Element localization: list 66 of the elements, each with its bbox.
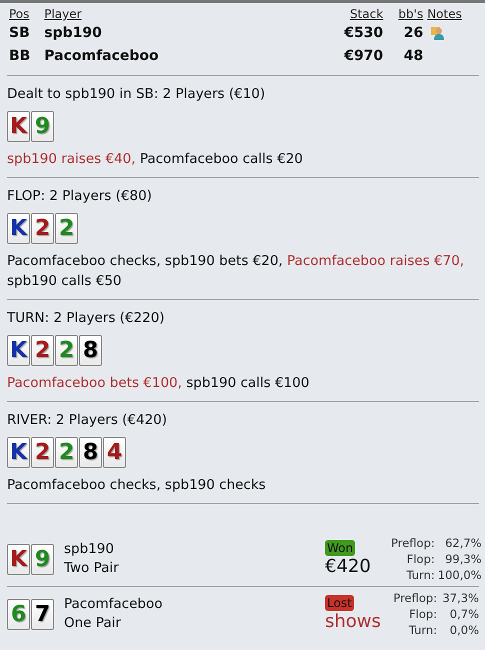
action-text: Pacomfaceboo bets €100, — [7, 375, 182, 391]
result-badge: Lost — [325, 595, 354, 611]
playing-card: 2 — [31, 335, 54, 366]
column-header: bb's — [397, 7, 424, 21]
equity-label: Preflop: — [392, 590, 438, 606]
equity-value: 0,0% — [448, 622, 479, 638]
playing-card: 9 — [31, 544, 54, 574]
outcome-text: €420 — [325, 556, 371, 578]
player-name: spb190 — [43, 24, 103, 42]
action-text: Pacomfaceboo checks, — [7, 253, 161, 269]
big-blinds-cell-text: 48 — [402, 46, 424, 66]
playing-card: 4 — [103, 437, 126, 468]
stack-cell-text: €970 — [343, 46, 384, 66]
playing-card: 2 — [55, 213, 78, 244]
equity-label: Flop: — [406, 551, 435, 567]
column-header: Stack — [348, 7, 384, 21]
playing-card: K — [7, 544, 30, 574]
action-text: Pacomfaceboo raises €70, — [287, 253, 464, 269]
action-text: spb190 raises €40, — [7, 151, 136, 167]
street-heading: RIVER: 2 Players (€420) — [7, 412, 168, 428]
hand-rank: Two Pair — [64, 559, 120, 578]
action-text: spb190 calls €50 — [7, 273, 122, 289]
position-cell-text: SB — [8, 24, 31, 42]
playing-card: K — [7, 335, 30, 366]
big-blinds-cell-text: 26 — [402, 24, 424, 42]
position-cell-text: BB — [8, 46, 32, 66]
action-text: spb190 bets €20, — [164, 253, 283, 269]
action-text: spb190 calls €100 — [186, 375, 310, 391]
stack-cell-text: €530 — [343, 24, 384, 42]
player-name: Pacomfaceboo — [43, 46, 160, 66]
playing-card: 8 — [79, 335, 102, 366]
street-heading: TURN: 2 Players (€220) — [7, 310, 166, 326]
playing-card: 9 — [31, 111, 54, 142]
playing-card: 2 — [31, 213, 54, 244]
action-text: Pacomfaceboo checks, — [7, 477, 161, 493]
equity-value: 100,0% — [438, 567, 482, 583]
playing-card: 6 — [7, 598, 30, 630]
playing-card: K — [7, 111, 30, 142]
equity-label: Turn: — [408, 622, 438, 638]
user-note-icon[interactable] — [431, 26, 446, 40]
column-header: Notes — [426, 7, 463, 21]
equity-value: 62,7% — [444, 535, 482, 551]
playing-card: 2 — [55, 335, 78, 366]
action-text: Pacomfaceboo calls €20 — [140, 151, 303, 167]
playing-card: 2 — [55, 437, 78, 468]
street-heading: Dealt to spb190 in SB: 2 Players (€10) — [7, 86, 266, 102]
equity-value: 0,7% — [448, 606, 479, 622]
equity-label: Preflop: — [391, 535, 435, 551]
player-name: Pacomfaceboo — [64, 595, 164, 614]
outcome-text: shows — [325, 611, 381, 633]
playing-card: K — [7, 213, 30, 244]
result-badge: Won — [325, 540, 356, 556]
equity-label: Flop: — [408, 606, 438, 622]
street-heading: FLOP: 2 Players (€80) — [7, 188, 153, 204]
action-text: spb190 checks — [164, 477, 266, 493]
playing-card: 7 — [31, 598, 54, 630]
equity-label: Turn: — [405, 567, 435, 583]
column-header: Pos — [8, 7, 30, 21]
player-name: spb190 — [64, 540, 115, 559]
column-header: Player — [43, 7, 83, 21]
hand-rank: One Pair — [64, 614, 122, 633]
playing-card: 2 — [31, 437, 54, 468]
playing-card: K — [7, 437, 30, 468]
playing-card: 8 — [79, 437, 102, 468]
equity-value: 99,3% — [444, 551, 482, 567]
equity-value: 37,3% — [441, 590, 479, 606]
